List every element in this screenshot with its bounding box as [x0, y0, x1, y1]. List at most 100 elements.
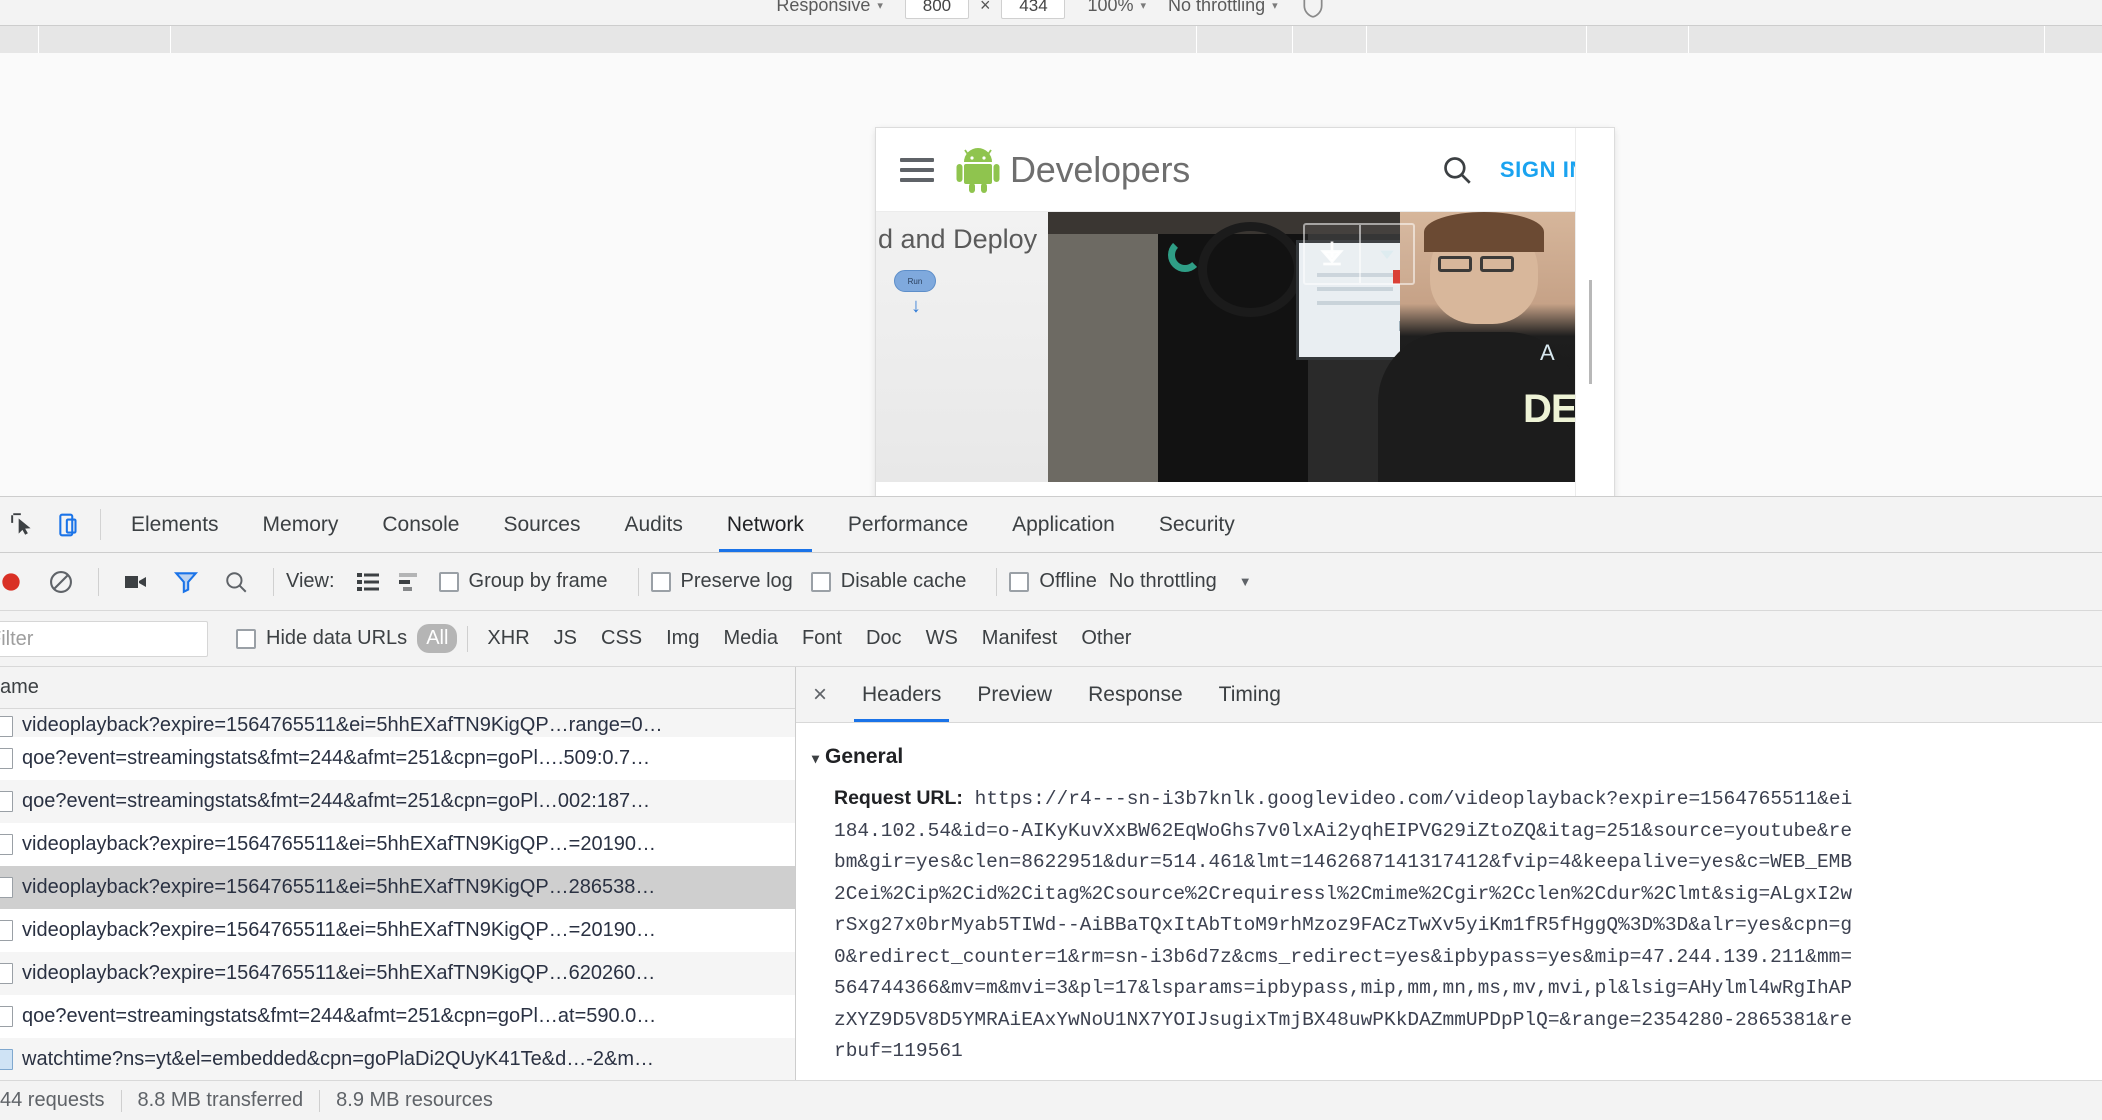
- zoom-selector[interactable]: 100% ▾: [1087, 0, 1146, 16]
- preserve-log-checkbox[interactable]: Preserve log: [650, 570, 793, 593]
- chevron-down-icon[interactable]: ▼: [1239, 574, 1252, 589]
- viewport-height-input[interactable]: 434: [1001, 0, 1066, 19]
- tab-performance[interactable]: Performance: [826, 497, 990, 552]
- network-throttling-selector[interactable]: No throttling: [1109, 570, 1217, 593]
- filter-type-all[interactable]: All: [417, 624, 458, 653]
- request-url-cont: 564744366&mv=m&mvi=3&pl=17&lsparams=ipby…: [812, 973, 2102, 1005]
- filter-type-xhr[interactable]: XHR: [478, 624, 538, 653]
- table-row[interactable]: videoplayback?expire=1564765511&ei=5hhEX…: [0, 952, 795, 995]
- scrollbar-grip[interactable]: [1589, 280, 1599, 384]
- table-row[interactable]: videoplayback?expire=1564765511&ei=5hhEX…: [0, 709, 795, 737]
- disable-cache-checkbox[interactable]: Disable cache: [810, 570, 966, 593]
- tab-response[interactable]: Response: [1070, 667, 1201, 722]
- request-url-row: Request URL: https://r4---sn-i3b7knlk.go…: [812, 783, 2102, 816]
- capture-screenshots-button[interactable]: [111, 571, 161, 593]
- network-filter-bar: Filter Hide data URLs All XHR JS CSS Img…: [0, 611, 2102, 667]
- filter-type-img[interactable]: Img: [657, 624, 708, 653]
- request-table-body[interactable]: videoplayback?expire=1564765511&ei=5hhEX…: [0, 709, 795, 1080]
- tab-label: Timing: [1218, 682, 1281, 706]
- filter-input[interactable]: Filter: [0, 620, 208, 657]
- toggle-device-toolbar-icon[interactable]: [46, 497, 92, 552]
- column-header-name[interactable]: ame: [0, 676, 39, 699]
- tab-preview[interactable]: Preview: [959, 667, 1070, 722]
- tab-network[interactable]: Network: [705, 497, 826, 552]
- device-rotate-icon[interactable]: [1300, 0, 1326, 19]
- file-icon: [0, 963, 13, 984]
- record-button[interactable]: [0, 569, 36, 595]
- chevron-down-icon[interactable]: [1359, 225, 1413, 283]
- table-row[interactable]: watchtime?ns=yt&el=embedded&cpn=goPlaDi2…: [0, 1038, 795, 1080]
- filter-type-css[interactable]: CSS: [592, 624, 651, 653]
- request-table-header: ame: [0, 667, 795, 709]
- filter-type-js[interactable]: JS: [545, 624, 586, 653]
- filter-funnel-icon[interactable]: [161, 569, 211, 595]
- close-icon[interactable]: ×: [796, 667, 844, 722]
- tab-label: Preview: [977, 682, 1053, 706]
- hide-data-urls-checkbox[interactable]: Hide data URLs: [236, 627, 407, 650]
- filter-type-manifest[interactable]: Manifest: [973, 624, 1067, 653]
- tab-label: Headers: [862, 682, 942, 706]
- video-player[interactable]: PARKING A: [1048, 212, 1575, 482]
- inspect-element-icon[interactable]: [0, 497, 46, 552]
- table-row[interactable]: qoe?event=streamingstats&fmt=244&afmt=25…: [0, 737, 795, 780]
- filter-type-doc[interactable]: Doc: [857, 624, 911, 653]
- tab-label: Application: [1012, 512, 1115, 536]
- filter-type-other[interactable]: Other: [1072, 624, 1140, 653]
- filter-type-media[interactable]: Media: [714, 624, 786, 653]
- filter-type-ws[interactable]: WS: [917, 624, 967, 653]
- tab-audits[interactable]: Audits: [603, 497, 705, 552]
- clear-button[interactable]: [36, 568, 86, 596]
- viewport-width-input[interactable]: 800: [904, 0, 969, 19]
- checkbox-box[interactable]: [1009, 571, 1030, 592]
- general-section-header[interactable]: ▾ General: [812, 745, 2102, 769]
- request-url-cont: 2Cei%2Cip%2Cid%2Citag%2Csource%2Crequire…: [812, 879, 2102, 911]
- table-row[interactable]: videoplayback?expire=1564765511&ei=5hhEX…: [0, 909, 795, 952]
- download-icon[interactable]: [1305, 225, 1359, 283]
- request-name: videoplayback?expire=1564765511&ei=5hhEX…: [22, 962, 656, 984]
- video-download-controls[interactable]: [1303, 223, 1415, 285]
- emulated-page-body: Developers SIGN IN d and Deploy Run ↓ A …: [0, 53, 2102, 553]
- table-row[interactable]: qoe?event=streamingstats&fmt=244&afmt=25…: [0, 780, 795, 823]
- viewport-size-controls: 800 × 434: [904, 0, 1066, 19]
- request-detail-pane: × Headers Preview Response Timing ▾ Gener…: [796, 667, 2102, 1080]
- filter-type-font[interactable]: Font: [793, 624, 851, 653]
- down-arrow-icon: ↓: [911, 295, 921, 317]
- tab-label: Response: [1088, 682, 1183, 706]
- request-url-cont: bm&gir=yes&clen=8622951&dur=514.461&lmt=…: [812, 847, 2102, 879]
- checkbox-box[interactable]: [650, 571, 671, 592]
- group-by-frame-checkbox[interactable]: Group by frame: [438, 570, 608, 593]
- tab-console[interactable]: Console: [360, 497, 481, 552]
- request-name: watchtime?ns=yt&el=embedded&cpn=goPlaDi2…: [22, 1048, 655, 1070]
- request-url-value: https://r4---sn-i3b7knlk.googlevideo.com…: [974, 788, 1853, 810]
- hamburger-menu-icon[interactable]: [900, 152, 934, 188]
- waterfall-view-icon[interactable]: [389, 571, 431, 593]
- search-icon[interactable]: [211, 569, 261, 595]
- offline-checkbox[interactable]: Offline: [1009, 570, 1097, 593]
- list-view-icon[interactable]: [347, 571, 389, 593]
- checkbox-box[interactable]: [438, 571, 459, 592]
- tab-sources[interactable]: Sources: [481, 497, 602, 552]
- photo-dev-text: DEV: [1523, 387, 1575, 431]
- device-throttling-label: No throttling: [1168, 0, 1266, 15]
- tab-timing[interactable]: Timing: [1201, 667, 1299, 722]
- request-url-cont: 0&redirect_counter=1&rm=sn-i3b6d7z&cms_r…: [812, 942, 2102, 974]
- search-icon[interactable]: [1440, 153, 1474, 187]
- run-button-graphic: Run: [894, 270, 936, 292]
- tab-elements[interactable]: Elements: [109, 497, 241, 552]
- tab-application[interactable]: Application: [990, 497, 1137, 552]
- request-name: videoplayback?expire=1564765511&ei=5hhEX…: [22, 714, 663, 736]
- checkbox-box[interactable]: [810, 571, 831, 592]
- tab-security[interactable]: Security: [1137, 497, 1257, 552]
- table-row[interactable]: qoe?event=streamingstats&fmt=244&afmt=25…: [0, 995, 795, 1038]
- tab-headers[interactable]: Headers: [844, 667, 959, 722]
- emulated-device-frame: Developers SIGN IN d and Deploy Run ↓ A …: [876, 128, 1614, 528]
- request-detail-tabs: × Headers Preview Response Timing: [796, 667, 2102, 723]
- table-row-selected[interactable]: videoplayback?expire=1564765511&ei=5hhEX…: [0, 866, 795, 909]
- tab-memory[interactable]: Memory: [241, 497, 361, 552]
- device-throttling-selector[interactable]: No throttling ▾: [1168, 0, 1278, 16]
- table-row[interactable]: videoplayback?expire=1564765511&ei=5hhEX…: [0, 823, 795, 866]
- checkbox-box[interactable]: [236, 628, 256, 649]
- page-viewport: Developers SIGN IN d and Deploy Run ↓ A …: [0, 26, 2102, 553]
- device-preset-selector[interactable]: Responsive ▾: [776, 0, 883, 16]
- page-scrollbar[interactable]: [1575, 128, 1614, 528]
